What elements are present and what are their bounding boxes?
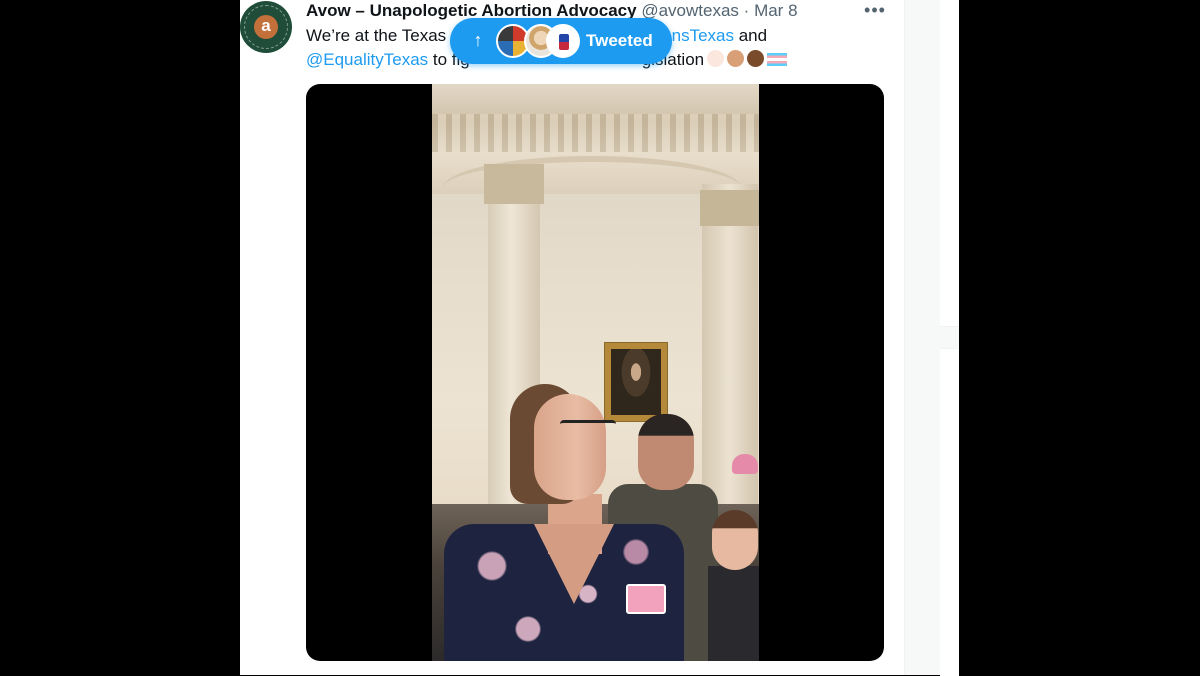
main-face [534, 394, 606, 500]
tweet-media[interactable] [306, 84, 884, 661]
mention-equalitytexas[interactable]: @EqualityTexas [306, 50, 428, 69]
video-person-child [708, 510, 759, 661]
avatar-letter: a [254, 15, 278, 39]
video-ornament [432, 114, 759, 152]
more-options-icon[interactable]: ••• [864, 0, 886, 22]
video-person-main [444, 384, 684, 661]
raised-fist-light-icon [707, 50, 725, 67]
right-sidebar [940, 0, 959, 676]
author-avatar[interactable]: a [240, 1, 292, 53]
tweet-text-and: and [734, 26, 768, 45]
tweet-date[interactable]: Mar 8 [754, 1, 797, 20]
author-handle[interactable]: @avowtexas [641, 1, 739, 20]
child-head [712, 510, 758, 570]
mention-link-partial[interactable]: ansTexas [662, 26, 734, 45]
raised-fist-dark-icon [747, 50, 765, 67]
child-body [708, 566, 759, 661]
header-separator: · [743, 1, 750, 20]
right-sidebar-card-top [940, 0, 959, 327]
pill-label: Tweeted [586, 31, 653, 50]
video-player[interactable] [432, 84, 759, 661]
tweet-text-start: We’re at the Texas [306, 26, 447, 45]
right-sidebar-gap [940, 327, 959, 348]
raised-fist-medium-icon [727, 50, 745, 67]
video-capital-left [484, 164, 544, 204]
video-nametag [626, 584, 666, 614]
video-capital-right [700, 190, 759, 226]
arrow-up-icon: ↑ [473, 30, 483, 50]
sidebar-gutter [904, 0, 941, 675]
right-sidebar-card-bottom [940, 348, 959, 676]
new-tweets-pill[interactable]: ↑ Tweeted [450, 18, 672, 64]
transgender-flag-icon [767, 53, 788, 66]
main-glasses [560, 420, 616, 435]
video-pink-hat [732, 454, 758, 474]
pill-avatar-3 [546, 24, 580, 58]
